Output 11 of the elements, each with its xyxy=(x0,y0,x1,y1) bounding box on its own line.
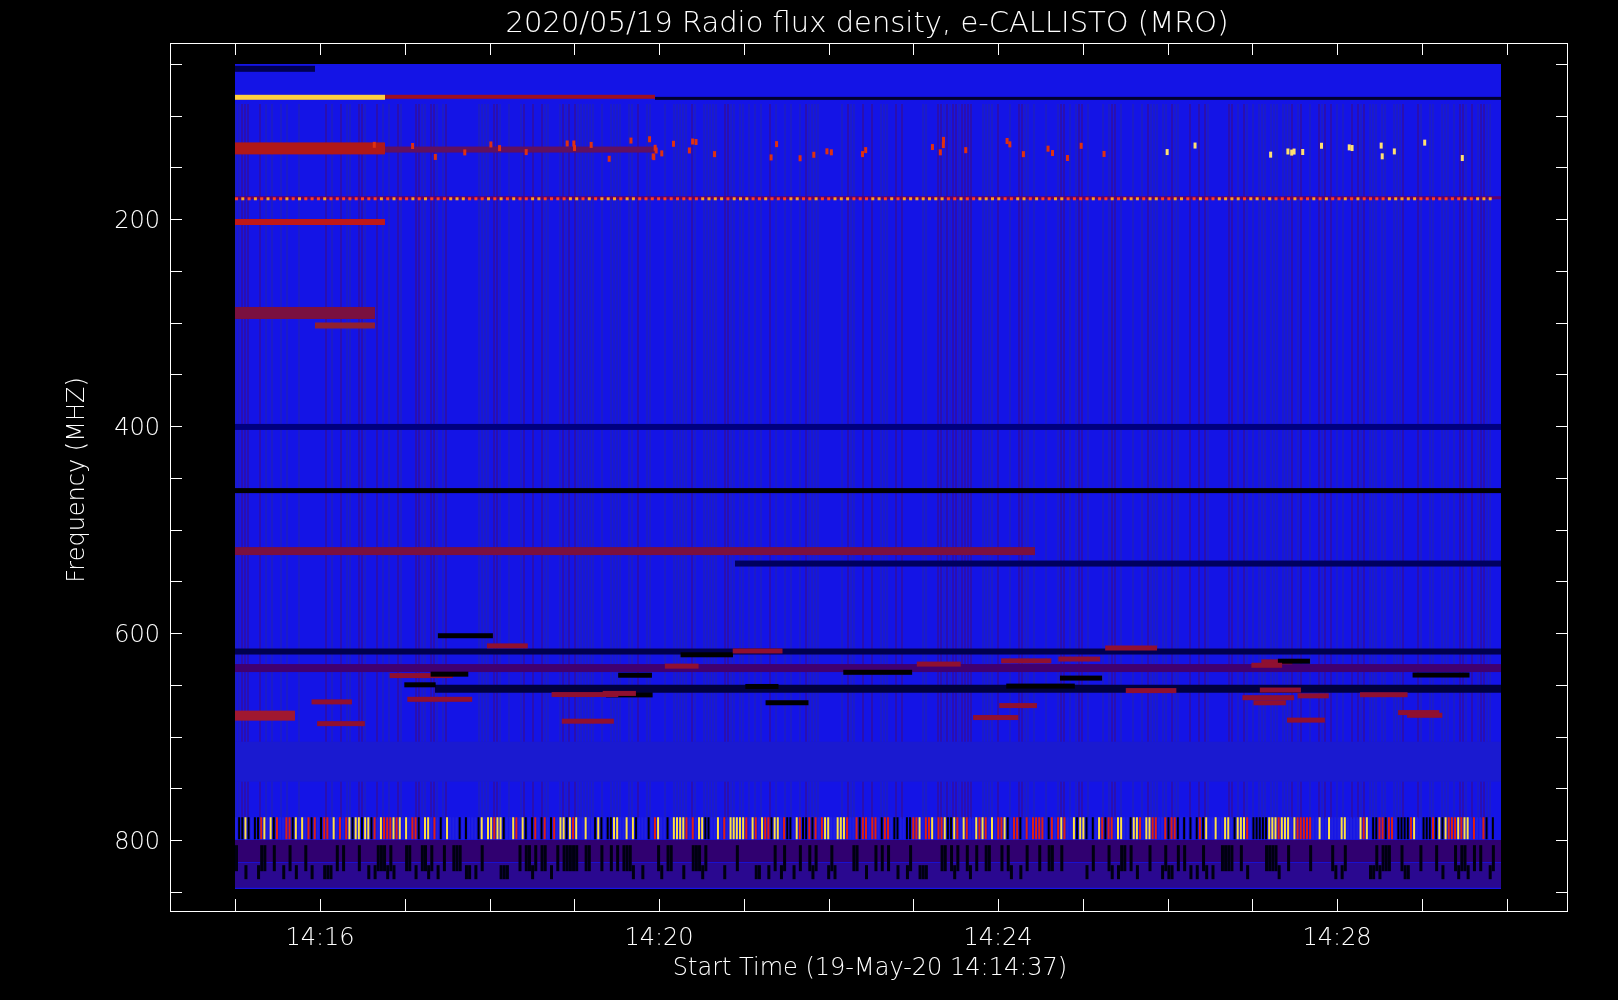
tick-label: 800 xyxy=(114,827,160,855)
tick-label: 14:20 xyxy=(624,923,694,951)
tick-label: 14:28 xyxy=(1302,923,1372,951)
chart-title: 2020/05/19 Radio flux density, e-CALLISTO (MRO) xyxy=(505,5,1229,39)
axis-label: Start Time (19-May-20 14:14:37) xyxy=(672,953,1068,981)
tick-label: 600 xyxy=(114,620,160,648)
axis-label: Frequency (MHZ) xyxy=(62,377,90,583)
tick-label: 14:16 xyxy=(285,923,355,951)
tick-label: 200 xyxy=(114,206,160,234)
tick-label: 400 xyxy=(114,413,160,441)
tick-label: 14:24 xyxy=(963,923,1033,951)
